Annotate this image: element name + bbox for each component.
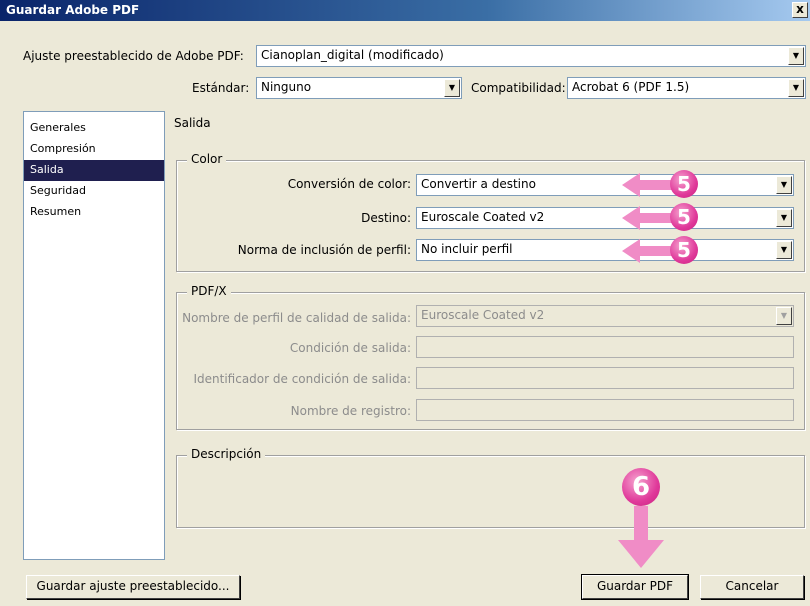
sidebar-item-compresion[interactable]: Compresión <box>24 139 164 160</box>
save-pdf-button[interactable]: Guardar PDF <box>581 574 689 600</box>
destination-value: Euroscale Coated v2 <box>421 210 545 224</box>
close-icon[interactable]: x <box>792 2 808 18</box>
section-title: Salida <box>174 116 211 130</box>
color-conversion-label: Conversión de color: <box>287 177 411 191</box>
description-group-legend: Descripción <box>187 447 266 461</box>
callout-arrow-icon <box>618 506 664 568</box>
chevron-down-icon: ▼ <box>776 307 792 325</box>
compat-label: Compatibilidad: <box>471 81 566 95</box>
window-title: Guardar Adobe PDF <box>6 3 140 17</box>
standard-label: Estándar: <box>192 81 250 95</box>
chevron-down-icon[interactable]: ▼ <box>788 47 804 65</box>
sidebar-item-generales[interactable]: Generales <box>24 118 164 139</box>
step-5-badge: 5 <box>670 236 698 264</box>
compat-dropdown[interactable]: Acrobat 6 (PDF 1.5) ▼ <box>567 77 806 99</box>
registry-name-label: Nombre de registro: <box>290 404 411 418</box>
output-condition-field <box>416 336 794 358</box>
cancel-button[interactable]: Cancelar <box>700 575 804 599</box>
save-preset-button[interactable]: Guardar ajuste preestablecido... <box>26 575 240 599</box>
condition-id-label: Identificador de condición de salida: <box>193 372 411 386</box>
preset-dropdown[interactable]: Cianoplan_digital (modificado) ▼ <box>256 45 806 67</box>
profile-policy-dropdown[interactable]: No incluir perfil ▼ <box>416 239 794 261</box>
condition-id-field <box>416 367 794 389</box>
standard-dropdown[interactable]: Ninguno ▼ <box>256 77 462 99</box>
profile-policy-value: No incluir perfil <box>421 242 513 256</box>
registry-name-field <box>416 399 794 421</box>
description-group: Descripción <box>176 447 805 528</box>
chevron-down-icon[interactable]: ▼ <box>788 79 804 97</box>
color-conversion-dropdown[interactable]: Convertir a destino ▼ <box>416 174 794 196</box>
chevron-down-icon[interactable]: ▼ <box>776 241 792 259</box>
preset-value: Cianoplan_digital (modificado) <box>261 48 444 62</box>
sidebar-item-salida[interactable]: Salida <box>24 160 164 181</box>
sidebar: Generales Compresión Salida Seguridad Re… <box>23 111 165 560</box>
sidebar-item-resumen[interactable]: Resumen <box>24 202 164 223</box>
sidebar-item-seguridad[interactable]: Seguridad <box>24 181 164 202</box>
standard-value: Ninguno <box>261 80 312 94</box>
profile-policy-label: Norma de inclusión de perfil: <box>237 243 411 257</box>
profile-name-dropdown: Euroscale Coated v2 ▼ <box>416 305 794 327</box>
step-5-badge: 5 <box>670 170 698 198</box>
chevron-down-icon[interactable]: ▼ <box>776 176 792 194</box>
destination-dropdown[interactable]: Euroscale Coated v2 ▼ <box>416 207 794 229</box>
output-condition-label: Condición de salida: <box>289 341 411 355</box>
pdfx-group-legend: PDF/X <box>187 284 231 298</box>
profile-name-label: Nombre de perfil de calidad de salida: <box>182 311 411 325</box>
title-bar: Guardar Adobe PDF x <box>0 0 810 21</box>
color-conversion-value: Convertir a destino <box>421 177 536 191</box>
preset-label: Ajuste preestablecido de Adobe PDF: <box>23 49 244 63</box>
step-6-badge: 6 <box>622 468 660 506</box>
compat-value: Acrobat 6 (PDF 1.5) <box>572 80 690 94</box>
destination-label: Destino: <box>361 211 411 225</box>
step-5-badge: 5 <box>670 203 698 231</box>
profile-name-value: Euroscale Coated v2 <box>421 308 545 322</box>
chevron-down-icon[interactable]: ▼ <box>444 79 460 97</box>
chevron-down-icon[interactable]: ▼ <box>776 209 792 227</box>
color-group-legend: Color <box>187 152 227 166</box>
